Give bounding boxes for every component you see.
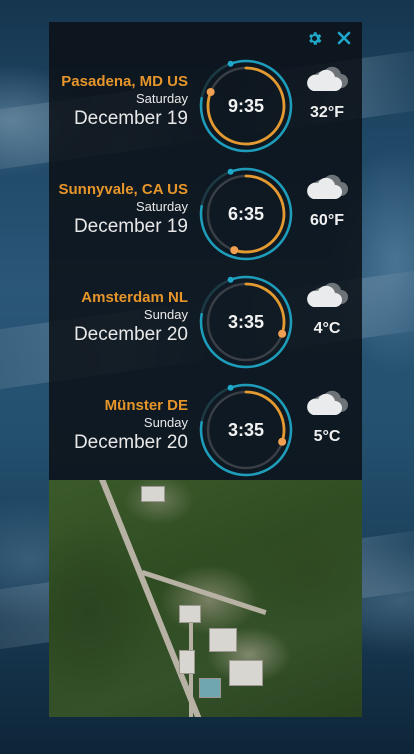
cloudy-icon xyxy=(307,282,348,307)
city-name: Münster DE xyxy=(104,397,188,414)
map-building xyxy=(209,628,237,652)
world-clock-widget: Pasadena, MD US Saturday December 19 9:3… xyxy=(49,22,362,480)
weekday-label: Sunday xyxy=(143,307,188,322)
close-button[interactable] xyxy=(334,28,354,48)
clock-row-1[interactable]: Sunnyvale, CA US Saturday December 19 6:… xyxy=(49,166,362,274)
temperature: 5°C xyxy=(313,428,341,445)
date-label: December 20 xyxy=(73,324,188,345)
cloudy-icon xyxy=(307,66,348,91)
analog-clock-ring: 3:35 xyxy=(198,274,294,370)
clock-row-3[interactable]: Münster DE Sunday December 20 3:35 5°C xyxy=(49,382,362,490)
clock-time: 3:35 xyxy=(227,419,265,440)
clock-time: 3:35 xyxy=(227,311,265,332)
close-icon xyxy=(337,31,351,45)
weather-info: 5°C xyxy=(299,388,355,446)
clock-time: 6:35 xyxy=(227,203,265,224)
date-label: December 19 xyxy=(73,108,188,129)
gear-icon xyxy=(308,31,321,45)
location-info: Amsterdam NL Sunday December 20 xyxy=(74,289,188,347)
satellite-map[interactable] xyxy=(49,480,362,717)
temperature: 4°C xyxy=(313,320,341,337)
temperature: 60°F xyxy=(310,212,344,229)
city-name: Amsterdam NL xyxy=(81,289,188,306)
analog-clock-ring: 6:35 xyxy=(198,166,294,262)
location-info: Sunnyvale, CA US Saturday December 19 xyxy=(59,181,188,239)
city-name: Sunnyvale, CA US xyxy=(58,181,188,198)
location-info: Pasadena, MD US Saturday December 19 xyxy=(61,73,188,131)
date-label: December 19 xyxy=(73,216,188,237)
location-info: Münster DE Sunday December 20 xyxy=(74,397,188,455)
weekday-label: Saturday xyxy=(135,199,188,214)
map-building xyxy=(179,650,195,674)
cloudy-icon xyxy=(307,390,348,415)
map-building xyxy=(229,660,263,686)
map-building xyxy=(179,605,201,623)
settings-button[interactable] xyxy=(304,28,324,48)
temperature: 32°F xyxy=(310,104,344,121)
weather-info: 4°C xyxy=(299,280,355,338)
map-road xyxy=(141,570,267,615)
widget-toolbar xyxy=(304,28,354,48)
cloudy-icon xyxy=(307,174,348,199)
city-name: Pasadena, MD US xyxy=(61,73,188,90)
analog-clock-ring: 9:35 xyxy=(198,58,294,154)
weather-info: 60°F xyxy=(299,172,355,230)
clock-row-0[interactable]: Pasadena, MD US Saturday December 19 9:3… xyxy=(49,58,362,166)
clock-row-2[interactable]: Amsterdam NL Sunday December 20 3:35 4°C xyxy=(49,274,362,382)
weekday-label: Sunday xyxy=(143,415,188,430)
clock-time: 9:35 xyxy=(227,95,265,116)
weekday-label: Saturday xyxy=(135,91,188,106)
map-building xyxy=(141,486,165,502)
analog-clock-ring: 3:35 xyxy=(198,382,294,478)
map-building xyxy=(199,678,221,698)
weather-info: 32°F xyxy=(299,64,355,122)
date-label: December 20 xyxy=(73,432,188,453)
